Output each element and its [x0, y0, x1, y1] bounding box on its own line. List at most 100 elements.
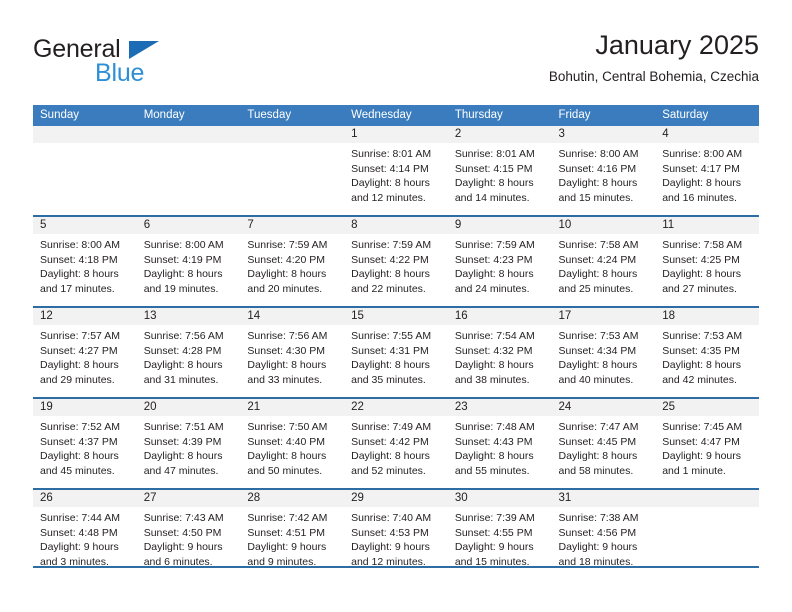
- sunrise-text: Sunrise: 7:59 AM: [247, 239, 328, 251]
- sunrise-text: Sunrise: 7:42 AM: [247, 512, 328, 524]
- day-cell-inner: 19 Sunrise: 7:52 AM Sunset: 4:37 PM Dayligh…: [33, 399, 137, 488]
- calendar-day-cell[interactable]: 7 Sunrise: 7:59 AM Sunset: 4:20 PM Daylight…: [240, 215, 345, 307]
- calendar-day-cell[interactable]: 3 Sunrise: 8:00 AM Sunset: 4:16 PM Daylight…: [551, 126, 656, 216]
- weekday-header-saturday: Saturday: [655, 105, 759, 126]
- sunset-text: Sunset: 4:23 PM: [454, 253, 533, 266]
- day-number: 29: [344, 490, 448, 507]
- page-header: General Blue January 2025 Bohutin, Centr…: [33, 28, 759, 98]
- calendar-day-cell[interactable]: 5 Sunrise: 8:00 AM Sunset: 4:18 PM Daylight…: [33, 215, 137, 307]
- calendar-day-cell[interactable]: 21 Sunrise: 7:50 AM Sunset: 4:40 PM Dayligh…: [240, 397, 345, 489]
- calendar-day-cell[interactable]: 14 Sunrise: 7:56 AM Sunset: 4:30 PM Dayligh…: [240, 306, 345, 398]
- sunset-text: Sunset: 4:40 PM: [247, 435, 326, 448]
- calendar-day-cell[interactable]: 23 Sunrise: 7:48 AM Sunset: 4:43 PM Dayligh…: [447, 397, 552, 489]
- daylight-text-line1: Daylight: 8 hours: [558, 177, 638, 190]
- day-cell-inner: 2 Sunrise: 8:01 AM Sunset: 4:15 PM Daylight…: [447, 126, 552, 215]
- sunset-text: Sunset: 4:15 PM: [454, 162, 533, 175]
- calendar-day-cell[interactable]: 6 Sunrise: 8:00 AM Sunset: 4:19 PM Daylight…: [136, 215, 241, 307]
- calendar-day-cell[interactable]: 10 Sunrise: 7:58 AM Sunset: 4:24 PM Dayligh…: [551, 215, 656, 307]
- calendar-day-cell-empty: [136, 126, 241, 216]
- calendar-day-cell[interactable]: 1 Sunrise: 8:01 AM Sunset: 4:14 PM Daylight…: [344, 126, 448, 216]
- day-details: Sunrise: 7:59 AM Sunset: 4:22 PM Daylight:…: [344, 234, 448, 296]
- calendar-grid: Sunday Monday Tuesday Wednesday Thursday…: [33, 105, 759, 579]
- sunset-text: Sunset: 4:34 PM: [558, 344, 637, 357]
- calendar-day-cell[interactable]: 18 Sunrise: 7:53 AM Sunset: 4:35 PM Dayligh…: [655, 306, 759, 398]
- day-number: 23: [447, 399, 552, 416]
- daylight-text-line1: Daylight: 8 hours: [351, 177, 430, 190]
- calendar-day-cell[interactable]: 4 Sunrise: 8:00 AM Sunset: 4:17 PM Daylight…: [655, 126, 759, 216]
- day-cell-inner: 15 Sunrise: 7:55 AM Sunset: 4:31 PM Dayligh…: [344, 308, 448, 397]
- day-details: Sunrise: 7:45 AM Sunset: 4:47 PM Daylight:…: [655, 416, 759, 478]
- daylight-text-line2: and 20 minutes.: [247, 282, 323, 295]
- sunset-text: Sunset: 4:55 PM: [454, 526, 533, 539]
- daylight-text-line2: and 52 minutes.: [351, 464, 426, 477]
- sunset-text: Sunset: 4:30 PM: [247, 344, 326, 357]
- day-cell-inner: [136, 126, 241, 215]
- day-number: 4: [655, 126, 759, 143]
- calendar-day-cell[interactable]: 2 Sunrise: 8:01 AM Sunset: 4:15 PM Daylight…: [447, 126, 552, 216]
- daylight-text-line1: Daylight: 8 hours: [143, 450, 223, 463]
- daylight-text-line1: Daylight: 8 hours: [247, 450, 327, 463]
- sunrise-text: Sunrise: 7:53 AM: [662, 330, 743, 342]
- sunrise-text: Sunrise: 7:53 AM: [558, 330, 639, 342]
- weekday-header-monday: Monday: [136, 105, 241, 126]
- calendar-day-cell[interactable]: 8 Sunrise: 7:59 AM Sunset: 4:22 PM Daylight…: [344, 215, 448, 307]
- day-details: Sunrise: 7:44 AM Sunset: 4:48 PM Daylight:…: [33, 507, 137, 569]
- day-cell-inner: 10 Sunrise: 7:58 AM Sunset: 4:24 PM Dayligh…: [551, 217, 656, 306]
- daylight-text-line1: Daylight: 9 hours: [247, 541, 327, 554]
- calendar-day-cell[interactable]: 12 Sunrise: 7:57 AM Sunset: 4:27 PM Dayligh…: [33, 306, 137, 398]
- daylight-text-line2: and 33 minutes.: [247, 373, 323, 386]
- calendar-day-cell[interactable]: 19 Sunrise: 7:52 AM Sunset: 4:37 PM Dayligh…: [33, 397, 137, 489]
- calendar-body: 1 Sunrise: 8:01 AM Sunset: 4:14 PM Daylight…: [33, 126, 759, 579]
- day-number: 10: [551, 217, 656, 234]
- sunrise-text: Sunrise: 7:43 AM: [143, 512, 224, 524]
- sunrise-text: Sunrise: 7:45 AM: [662, 421, 743, 433]
- day-details: Sunrise: 7:52 AM Sunset: 4:37 PM Daylight:…: [33, 416, 137, 478]
- calendar-week-row: 5 Sunrise: 8:00 AM Sunset: 4:18 PM Daylight…: [33, 215, 759, 307]
- day-details: Sunrise: 7:57 AM Sunset: 4:27 PM Daylight:…: [33, 325, 137, 387]
- day-details: Sunrise: 7:50 AM Sunset: 4:40 PM Daylight:…: [240, 416, 344, 478]
- calendar-day-cell[interactable]: 16 Sunrise: 7:54 AM Sunset: 4:32 PM Dayligh…: [447, 306, 552, 398]
- day-number: 7: [240, 217, 345, 234]
- calendar-day-cell[interactable]: 25 Sunrise: 7:45 AM Sunset: 4:47 PM Dayligh…: [655, 397, 759, 489]
- day-number: 26: [33, 490, 137, 507]
- general-blue-logo[interactable]: General Blue: [33, 36, 233, 92]
- daylight-text-line2: and 47 minutes.: [143, 464, 219, 477]
- day-number: 28: [240, 490, 345, 507]
- sunrise-text: Sunrise: 7:50 AM: [247, 421, 328, 433]
- page-title: January 2025: [595, 30, 759, 60]
- sunrise-text: Sunrise: 8:01 AM: [351, 148, 432, 160]
- weekday-header-tuesday: Tuesday: [240, 105, 345, 126]
- day-details: Sunrise: 8:00 AM Sunset: 4:17 PM Daylight:…: [655, 143, 759, 205]
- daylight-text-line1: Daylight: 8 hours: [143, 268, 223, 281]
- day-number: 18: [655, 308, 759, 325]
- calendar-day-cell[interactable]: 13 Sunrise: 7:56 AM Sunset: 4:28 PM Dayligh…: [136, 306, 241, 398]
- day-cell-inner: 3 Sunrise: 8:00 AM Sunset: 4:16 PM Daylight…: [551, 126, 656, 215]
- calendar-day-cell[interactable]: 9 Sunrise: 7:59 AM Sunset: 4:23 PM Daylight…: [447, 215, 552, 307]
- day-details: Sunrise: 7:53 AM Sunset: 4:34 PM Daylight:…: [552, 325, 656, 387]
- day-number: 11: [655, 217, 759, 234]
- sunrise-text: Sunrise: 8:00 AM: [662, 148, 743, 160]
- daylight-text-line2: and 17 minutes.: [40, 282, 115, 295]
- daylight-text-line2: and 31 minutes.: [143, 373, 219, 386]
- sunrise-text: Sunrise: 7:47 AM: [558, 421, 639, 433]
- sunrise-text: Sunrise: 7:48 AM: [454, 421, 535, 433]
- day-cell-inner: 25 Sunrise: 7:45 AM Sunset: 4:47 PM Dayligh…: [655, 399, 759, 488]
- day-number: 30: [447, 490, 552, 507]
- day-details: Sunrise: 8:01 AM Sunset: 4:15 PM Daylight:…: [448, 143, 552, 205]
- weekday-header-wednesday: Wednesday: [344, 105, 448, 126]
- calendar-day-cell[interactable]: 22 Sunrise: 7:49 AM Sunset: 4:42 PM Dayligh…: [344, 397, 448, 489]
- day-details: Sunrise: 7:56 AM Sunset: 4:30 PM Daylight:…: [240, 325, 344, 387]
- calendar-day-cell[interactable]: 20 Sunrise: 7:51 AM Sunset: 4:39 PM Dayligh…: [136, 397, 241, 489]
- calendar-day-cell[interactable]: 24 Sunrise: 7:47 AM Sunset: 4:45 PM Dayligh…: [551, 397, 656, 489]
- daylight-text-line1: Daylight: 9 hours: [454, 541, 534, 554]
- daylight-text-line1: Daylight: 8 hours: [454, 268, 534, 281]
- daylight-text-line1: Daylight: 9 hours: [558, 541, 638, 554]
- daylight-text-line1: Daylight: 9 hours: [351, 541, 430, 554]
- daylight-text-line2: and 16 minutes.: [662, 191, 737, 204]
- logo-text-blue: Blue: [95, 59, 145, 87]
- daylight-text-line1: Daylight: 8 hours: [454, 359, 534, 372]
- day-details: Sunrise: 7:54 AM Sunset: 4:32 PM Daylight:…: [448, 325, 552, 387]
- calendar-day-cell[interactable]: 17 Sunrise: 7:53 AM Sunset: 4:34 PM Dayligh…: [551, 306, 656, 398]
- calendar-day-cell[interactable]: 15 Sunrise: 7:55 AM Sunset: 4:31 PM Dayligh…: [344, 306, 448, 398]
- calendar-day-cell[interactable]: 11 Sunrise: 7:58 AM Sunset: 4:25 PM Dayligh…: [655, 215, 759, 307]
